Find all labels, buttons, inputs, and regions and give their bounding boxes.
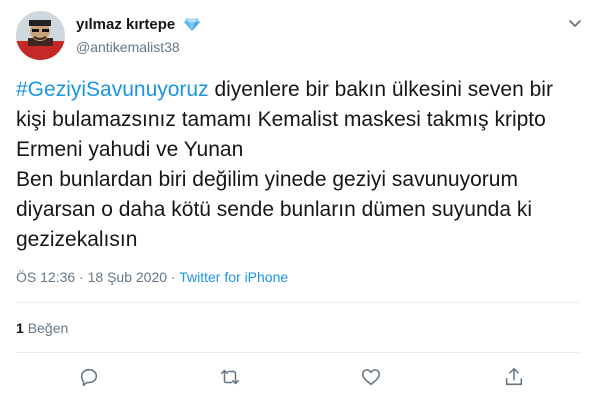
tweet-text-body: diyenlere bir bakın ülkesini seven bir k… <box>16 78 553 251</box>
share-button[interactable] <box>503 366 525 388</box>
likes-count: 1 <box>16 320 24 336</box>
tweet-time[interactable]: ÖS 12:36 <box>16 269 75 285</box>
tweet-meta: ÖS 12:36 · 18 Şub 2020 · Twitter for iPh… <box>16 268 288 286</box>
share-icon <box>505 367 523 386</box>
action-bar <box>0 362 595 392</box>
author-display-name[interactable]: yılmaz kırtepe <box>76 15 175 34</box>
reply-icon <box>80 368 98 387</box>
tweet-card: yılmaz kırtepe @antikemalist38 #GeziyiSa… <box>0 0 595 407</box>
like-button[interactable] <box>360 366 382 388</box>
author-info: yılmaz kırtepe @antikemalist38 <box>76 15 200 56</box>
more-options-button[interactable] <box>568 16 582 34</box>
avatar[interactable] <box>16 11 65 60</box>
tweet-source-link[interactable]: Twitter for iPhone <box>179 269 288 285</box>
meta-separator: · <box>170 269 176 285</box>
retweet-button[interactable] <box>219 366 241 388</box>
divider <box>16 352 579 353</box>
tweet-date[interactable]: 18 Şub 2020 <box>88 269 167 285</box>
likes-stat[interactable]: 1 Beğen <box>16 319 68 337</box>
hashtag-link[interactable]: #GeziyiSavunuyoruz <box>16 78 209 101</box>
avatar-image <box>16 11 65 60</box>
diamond-icon <box>183 17 200 36</box>
author-handle[interactable]: @antikemalist38 <box>76 38 200 56</box>
divider <box>16 302 579 303</box>
retweet-icon <box>220 369 240 385</box>
tweet-text: #GeziyiSavunuyoruz diyenlere bir bakın ü… <box>16 75 586 255</box>
likes-label: Beğen <box>27 320 69 336</box>
reply-button[interactable] <box>78 366 100 388</box>
chevron-down-icon <box>569 20 581 27</box>
meta-separator: · <box>79 269 84 285</box>
like-icon <box>361 369 381 386</box>
